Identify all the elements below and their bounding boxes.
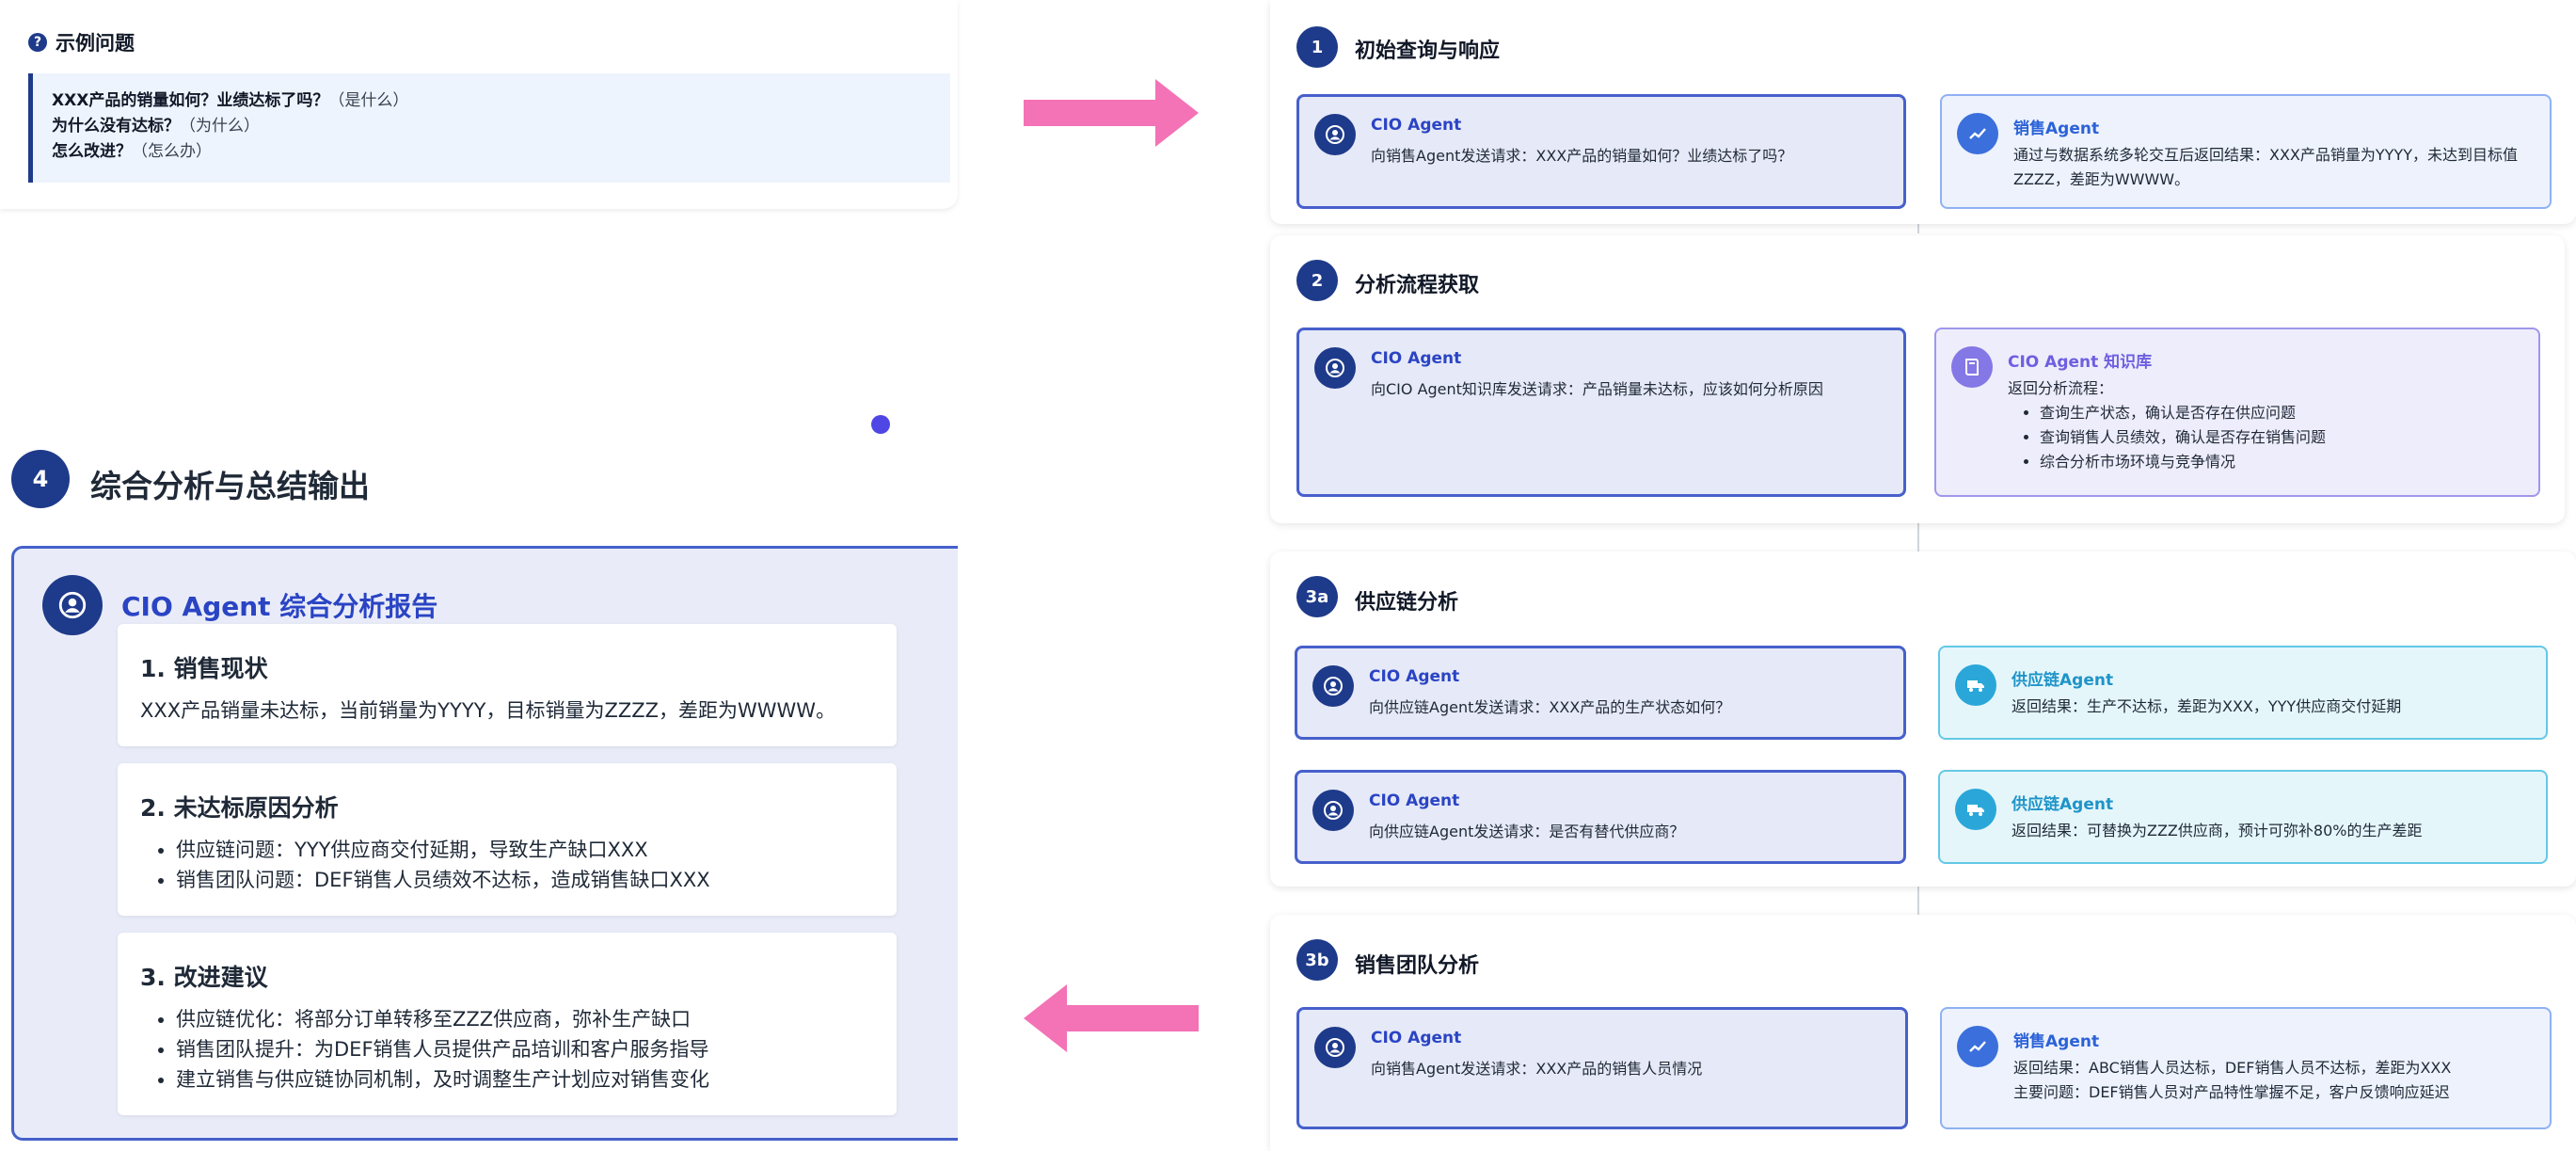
- step-3b-title: 销售团队分析: [1355, 954, 1480, 978]
- sales-agent-response-box: 销售Agent 返回结果：ABC销售人员达标，DEF销售人员不达标，差距为XXX…: [1940, 1007, 2552, 1129]
- report-block-cause-analysis: 2. 未达标原因分析 供应链问题：YYY供应商交付延期，导致生产缺口XXX 销售…: [118, 763, 897, 916]
- box-title: 供应链Agent: [2012, 795, 2114, 814]
- box-text: 向销售Agent发送请求：XXX产品的销量如何？业绩达标了吗？: [1371, 147, 1793, 165]
- sales-agent-response-box: 销售Agent 通过与数据系统多轮交互后返回结果：XXX产品销量为YYYY，未达…: [1940, 94, 2552, 209]
- block-heading: 3. 改进建议: [140, 964, 268, 991]
- knowledge-base-response-box: CIO Agent 知识库 返回分析流程： 查询生产状态，确认是否存在供应问题 …: [1934, 328, 2540, 497]
- truck-icon: [1955, 664, 1996, 706]
- example-line: 为什么没有达标？（为什么）: [52, 117, 260, 136]
- box-text: 返回结果：生产不达标，差距为XXX，YYY供应商交付延期: [2012, 697, 2402, 715]
- step-3a-panel: 3a 供应链分析 CIO Agent 向供应链Agent发送请求：XXX产品的生…: [1270, 552, 2576, 887]
- step-1-panel: 1 初始查询与响应 CIO Agent 向销售Agent发送请求：XXX产品的销…: [1270, 0, 2576, 224]
- step-3a-title: 供应链分析: [1355, 591, 1459, 615]
- example-question-box: XXX产品的销量如何？业绩达标了吗？（是什么） 为什么没有达标？（为什么） 怎么…: [28, 73, 950, 183]
- example-question-card: ? 示例问题 XXX产品的销量如何？业绩达标了吗？（是什么） 为什么没有达标？（…: [0, 0, 958, 209]
- step-2-panel: 2 分析流程获取 CIO Agent 向CIO Agent知识库发送请求：产品销…: [1270, 235, 2565, 523]
- section4-title: 综合分析与总结输出: [90, 468, 370, 504]
- step-number-2: 2: [1296, 260, 1338, 301]
- right-arrow-icon: [1024, 79, 1199, 147]
- cio-agent-request-box: CIO Agent 向销售Agent发送请求：XXX产品的销量如何？业绩达标了吗…: [1296, 94, 1906, 209]
- box-text: 向供应链Agent发送请求：是否有替代供应商？: [1369, 823, 1685, 840]
- supply-chain-response-box: 供应链Agent 返回结果：生产不达标，差距为XXX，YYY供应商交付延期: [1938, 646, 2548, 740]
- list-item: 查询生产状态，确认是否存在供应问题: [2040, 401, 2529, 425]
- box-title: CIO Agent: [1369, 667, 1460, 686]
- box-title: CIO Agent: [1371, 1029, 1462, 1047]
- chart-line-icon: [1957, 113, 1998, 154]
- book-icon: [1951, 346, 1993, 388]
- box-text-line: 主要问题：DEF销售人员对产品特性掌握不足，客户反馈响应延迟: [2013, 1083, 2450, 1101]
- cio-agent-icon: [1312, 790, 1354, 831]
- step-3b-panel: 3b 销售团队分析 CIO Agent 向销售Agent发送请求：XXX产品的销…: [1270, 915, 2576, 1151]
- box-title: 供应链Agent: [2012, 671, 2114, 690]
- box-text: 返回分析流程： 查询生产状态，确认是否存在供应问题 查询销售人员绩效，确认是否存…: [2008, 376, 2529, 474]
- list-item: 供应链问题：YYY供应商交付延期，导致生产缺口XXX: [176, 835, 897, 865]
- question-icon: ?: [28, 33, 47, 52]
- box-text: 返回结果：可替换为ZZZ供应商，预计可弥补80%的生产差距: [2012, 822, 2423, 839]
- box-text: 通过与数据系统多轮交互后返回结果：XXX产品销量为YYYY，未达到目标值ZZZZ…: [2013, 146, 2518, 188]
- box-title: 销售Agent: [2013, 1032, 2100, 1051]
- example-title-text: 示例问题: [56, 32, 135, 55]
- list-item: 查询销售人员绩效，确认是否存在销售问题: [2040, 425, 2529, 450]
- report-block-sales-status: 1. 销售现状 XXX产品销量未达标，当前销量为YYYY，目标销量为ZZZZ，差…: [118, 624, 897, 746]
- box-title: CIO Agent: [1371, 116, 1462, 135]
- cio-agent-icon: [1314, 347, 1356, 389]
- list-item: 综合分析市场环境与竞争情况: [2040, 450, 2529, 474]
- connector-line: [1917, 887, 1919, 915]
- step-number-4: 4: [11, 450, 70, 508]
- list-item: 建立销售与供应链协同机制，及时调整生产计划应对销售变化: [176, 1064, 897, 1095]
- box-text-line: 返回结果：ABC销售人员达标，DEF销售人员不达标，差距为XXX: [2013, 1059, 2452, 1077]
- cio-agent-request-box: CIO Agent 向销售Agent发送请求：XXX产品的销售人员情况: [1296, 1007, 1908, 1129]
- cio-agent-request-box: CIO Agent 向供应链Agent发送请求：是否有替代供应商？: [1295, 770, 1906, 864]
- example-line: XXX产品的销量如何？业绩达标了吗？（是什么）: [52, 91, 409, 110]
- truck-icon: [1955, 789, 1996, 830]
- connector-dot: [871, 415, 890, 434]
- box-title: CIO Agent 知识库: [2008, 353, 2153, 372]
- cio-agent-icon: [1314, 1027, 1356, 1068]
- step-number-1: 1: [1296, 26, 1338, 68]
- box-text: 返回结果：ABC销售人员达标，DEF销售人员不达标，差距为XXX 主要问题：DE…: [2013, 1056, 2540, 1105]
- chart-line-icon: [1957, 1026, 1998, 1067]
- step-1-title: 初始查询与响应: [1355, 40, 1501, 63]
- step-number-3b: 3b: [1296, 939, 1338, 981]
- summary-report-card: CIO Agent 综合分析报告 1. 销售现状 XXX产品销量未达标，当前销量…: [11, 546, 958, 1141]
- step-number-3a: 3a: [1296, 576, 1338, 617]
- box-title: CIO Agent: [1371, 349, 1462, 368]
- cio-agent-icon: [1314, 114, 1356, 155]
- box-title: CIO Agent: [1369, 791, 1460, 810]
- example-line: 怎么改进？（怎么办）: [52, 142, 212, 161]
- list-item: 销售团队问题：DEF销售人员绩效不达标，造成销售缺口XXX: [176, 865, 897, 895]
- block-heading: 2. 未达标原因分析: [140, 794, 339, 822]
- list-item: 销售团队提升：为DEF销售人员提供产品培训和客户服务指导: [176, 1034, 897, 1064]
- example-title: ? 示例问题: [28, 28, 135, 56]
- box-text: 向供应链Agent发送请求：XXX产品的生产状态如何？: [1369, 698, 1731, 716]
- left-arrow-icon: [1024, 984, 1199, 1052]
- box-text: 向CIO Agent知识库发送请求：产品销量未达标，应该如何分析原因: [1371, 380, 1823, 398]
- box-text: 向销售Agent发送请求：XXX产品的销售人员情况: [1371, 1060, 1703, 1078]
- block-heading: 1. 销售现状: [140, 655, 268, 682]
- box-intro: 返回分析流程：: [2008, 379, 2114, 397]
- cio-agent-icon: [42, 575, 103, 635]
- list-item: 供应链优化：将部分订单转移至ZZZ供应商，弥补生产缺口: [176, 1004, 897, 1034]
- step-2-title: 分析流程获取: [1355, 274, 1480, 297]
- report-title: CIO Agent 综合分析报告: [121, 591, 438, 622]
- connector-line: [1917, 523, 1919, 552]
- block-text: XXX产品销量未达标，当前销量为YYYY，目标销量为ZZZZ，差距为WWWW。: [140, 699, 836, 722]
- report-block-improvement: 3. 改进建议 供应链优化：将部分订单转移至ZZZ供应商，弥补生产缺口 销售团队…: [118, 933, 897, 1115]
- supply-chain-response-box: 供应链Agent 返回结果：可替换为ZZZ供应商，预计可弥补80%的生产差距: [1938, 770, 2548, 864]
- box-title: 销售Agent: [2013, 120, 2100, 138]
- cio-agent-request-box: CIO Agent 向供应链Agent发送请求：XXX产品的生产状态如何？: [1295, 646, 1906, 740]
- cio-agent-request-box: CIO Agent 向CIO Agent知识库发送请求：产品销量未达标，应该如何…: [1296, 328, 1906, 497]
- cio-agent-icon: [1312, 665, 1354, 707]
